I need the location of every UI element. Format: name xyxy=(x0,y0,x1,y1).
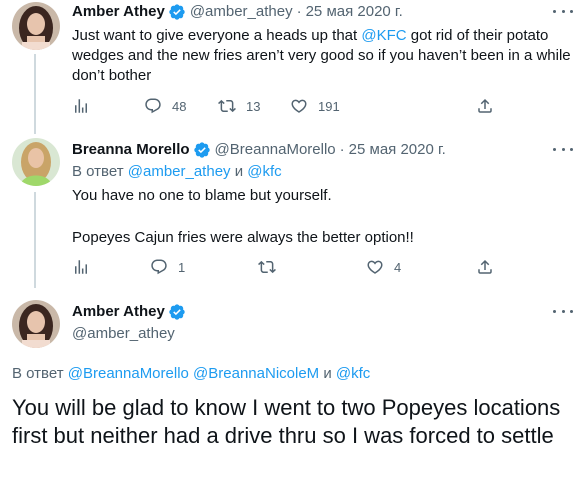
tweet-text: Popeyes Cajun fries were always the bett… xyxy=(72,229,414,246)
reply-context: В ответ @amber_athey и @kfc xyxy=(72,162,282,182)
tweet-header: Amber Athey @amber_athey · 25 мая 2020 г… xyxy=(72,2,545,22)
retweet-icon xyxy=(258,260,276,274)
like-count: 191 xyxy=(318,98,340,114)
reply-count: 1 xyxy=(178,259,186,275)
more-icon[interactable] xyxy=(553,4,573,18)
focused-tweet-text: You will be glad to know I went to two P… xyxy=(12,395,561,448)
like-button[interactable]: 4 xyxy=(366,258,401,276)
separator: · xyxy=(296,3,302,20)
share-button[interactable] xyxy=(476,97,494,115)
display-name[interactable]: Amber Athey xyxy=(72,2,165,22)
retweet-count: 13 xyxy=(246,98,261,114)
reply-icon xyxy=(145,98,161,114)
tweet-header: Breanna Morello @BreannaMorello · 25 мая… xyxy=(72,140,545,160)
more-icon[interactable] xyxy=(553,304,573,318)
reply-button[interactable]: 48 xyxy=(144,97,186,115)
reply-prefix: В ответ xyxy=(72,163,128,180)
tweet-1[interactable]: Amber Athey @amber_athey · 25 мая 2020 г… xyxy=(0,0,585,134)
like-count: 4 xyxy=(394,259,402,275)
retweet-icon xyxy=(218,99,236,113)
tweet-2[interactable]: Breanna Morello @BreannaMorello · 25 мая… xyxy=(0,138,585,288)
tweet-actions: 1 4 xyxy=(72,258,512,278)
avatar-breanna[interactable] xyxy=(12,138,60,186)
share-icon xyxy=(478,259,492,274)
avatar-amber[interactable] xyxy=(12,300,60,348)
verified-badge-icon xyxy=(193,142,210,158)
verified-badge-icon xyxy=(169,4,185,20)
display-name[interactable]: Breanna Morello xyxy=(72,140,190,160)
reply-mention-link[interactable]: @kfc xyxy=(247,163,281,180)
retweet-button[interactable] xyxy=(258,258,286,276)
handle[interactable]: @amber_athey xyxy=(190,2,293,22)
tweet-3-focused[interactable]: Amber Athey @amber_athey В ответ @Breann… xyxy=(0,298,585,485)
reply-and: и xyxy=(319,365,336,382)
analytics-icon xyxy=(75,99,87,113)
reply-button[interactable]: 1 xyxy=(150,258,185,276)
share-icon xyxy=(478,98,492,113)
separator: · xyxy=(339,141,345,158)
reply-and: и xyxy=(230,163,248,180)
share-button[interactable] xyxy=(476,258,494,276)
display-name[interactable]: Amber Athey xyxy=(72,302,165,322)
mention-link[interactable]: @KFC xyxy=(361,27,406,44)
tweet-text-part: Just want to give everyone a heads up th… xyxy=(72,27,362,44)
reply-mention-link[interactable]: @amber_athey xyxy=(128,163,231,180)
like-button[interactable]: 191 xyxy=(290,97,340,115)
handle[interactable]: @amber_athey xyxy=(72,324,175,344)
tweet-header: Amber Athey xyxy=(72,302,545,322)
analytics-button[interactable] xyxy=(72,97,90,115)
thread-line xyxy=(34,192,36,288)
like-icon xyxy=(291,99,307,113)
reply-count: 48 xyxy=(172,98,187,114)
analytics-icon xyxy=(75,260,87,274)
reply-context: В ответ @BreannaMorello @BreannaNicoleM … xyxy=(12,364,370,384)
more-icon[interactable] xyxy=(553,142,573,156)
handle[interactable]: @BreannaMorello xyxy=(215,140,336,160)
verified-badge-icon xyxy=(169,304,185,320)
like-icon xyxy=(367,260,383,274)
reply-mention-link[interactable]: @BreannaMorello xyxy=(68,365,189,382)
timestamp[interactable]: 25 мая 2020 г. xyxy=(349,140,446,160)
tweet-text: You have no one to blame but yourself. xyxy=(72,187,332,204)
reply-icon xyxy=(151,259,167,275)
timestamp[interactable]: 25 мая 2020 г. xyxy=(306,2,403,22)
thread-line xyxy=(34,54,36,134)
tweet-text: Just want to give everyone a heads up th… xyxy=(72,26,577,86)
analytics-button[interactable] xyxy=(72,258,90,276)
reply-mention-link[interactable]: @BreannaNicoleM xyxy=(193,365,319,382)
retweet-button[interactable]: 13 xyxy=(218,97,260,115)
reply-mention-link[interactable]: @kfc xyxy=(336,365,370,382)
reply-prefix: В ответ xyxy=(12,365,68,382)
tweet-actions: 48 13 191 xyxy=(72,97,512,117)
avatar-amber[interactable] xyxy=(12,2,60,50)
